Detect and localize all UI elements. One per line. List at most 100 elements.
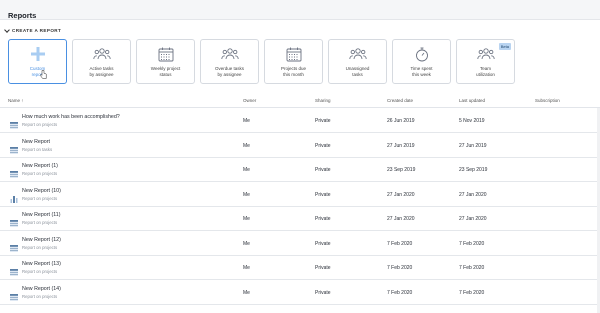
report-name-link[interactable]: New Report (12) bbox=[22, 237, 61, 243]
report-tile[interactable]: Time spent this week bbox=[392, 39, 451, 84]
table-row[interactable]: How much work has been accomplished? Repo… bbox=[0, 109, 600, 133]
tile-label: Time spent this week bbox=[410, 66, 433, 77]
report-tile[interactable]: Custom report bbox=[8, 39, 67, 84]
column-last-updated[interactable]: Last updated bbox=[459, 98, 485, 103]
tile-label: Active tasks by assignee bbox=[89, 66, 114, 77]
cell-owner: Me bbox=[243, 240, 250, 247]
cell-sharing: Private bbox=[315, 240, 331, 247]
report-name-link[interactable]: New Report (11) bbox=[22, 212, 60, 218]
report-name-link[interactable]: New Report bbox=[22, 139, 50, 145]
cell-created: 26 Jun 2019 bbox=[387, 118, 415, 124]
report-tile[interactable]: Unassigned tasks bbox=[328, 39, 387, 84]
tile-label: Team utilization bbox=[476, 66, 495, 77]
cell-updated: 5 Nov 2019 bbox=[459, 118, 485, 124]
table-row[interactable]: New Report (14) Report on projects Me Priva… bbox=[0, 281, 600, 305]
report-subtitle: Report on projects bbox=[22, 220, 58, 225]
cell-sharing: Private bbox=[315, 265, 331, 271]
report-subtitle: Report on projects bbox=[22, 293, 58, 299]
table-icon bbox=[10, 141, 18, 154]
report-subtitle: Report on projects bbox=[22, 122, 58, 127]
report-subtitle: Report on projects bbox=[22, 171, 58, 176]
chevron-down-icon bbox=[4, 26, 10, 33]
table-row[interactable]: New Report (10) Report on projects Me Priva… bbox=[0, 183, 600, 207]
table-icon bbox=[10, 116, 18, 129]
table-icon bbox=[10, 214, 18, 227]
report-subtitle: Report on tasks bbox=[22, 146, 53, 152]
report-tile[interactable]: Team utilization Beta bbox=[456, 39, 515, 84]
calendar-icon bbox=[284, 45, 304, 63]
table-icon bbox=[10, 288, 18, 301]
tile-label: Overdue tasks by assignee bbox=[214, 66, 244, 77]
column-name-sort[interactable]: Name ↑ bbox=[8, 98, 24, 103]
people-icon bbox=[220, 45, 240, 63]
table-header: Name ↑ Owner Sharing Created date Last u… bbox=[0, 95, 600, 108]
tile-label: Unassigned tasks bbox=[345, 66, 370, 77]
cell-created: 27 Jun 2019 bbox=[387, 142, 415, 149]
cell-sharing: Private bbox=[315, 191, 331, 198]
cell-sharing: Private bbox=[315, 142, 331, 149]
cell-updated: 23 Sep 2019 bbox=[459, 167, 488, 173]
cell-updated: 7 Feb 2020 bbox=[459, 240, 485, 247]
cell-created: 7 Feb 2020 bbox=[387, 289, 413, 296]
cell-sharing: Private bbox=[315, 289, 331, 296]
report-name-link[interactable]: New Report (1) bbox=[22, 163, 58, 169]
cell-owner: Me bbox=[243, 167, 250, 173]
tile-label: Custom report bbox=[29, 66, 46, 77]
report-subtitle: Report on projects bbox=[22, 269, 58, 274]
bar-chart-icon bbox=[10, 190, 18, 203]
table-row[interactable]: New Report (12) Report on projects Me Priva… bbox=[0, 232, 600, 256]
column-subscription[interactable]: Subscription bbox=[535, 98, 560, 103]
table-row[interactable]: New Report Report on tasks Me Private 27 Jun… bbox=[0, 134, 600, 158]
report-subtitle: Report on projects bbox=[22, 195, 58, 201]
calendar-icon bbox=[156, 45, 176, 63]
plus-icon bbox=[28, 45, 48, 63]
cell-updated: 27 Jun 2019 bbox=[459, 142, 487, 149]
stopwatch-icon bbox=[412, 45, 432, 63]
cell-owner: Me bbox=[243, 289, 250, 296]
page-header: Reports bbox=[0, 0, 600, 20]
beta-badge: Beta bbox=[498, 43, 511, 50]
cell-updated: 27 Jan 2020 bbox=[459, 216, 487, 222]
report-template-tiles: Custom report Active tasks by assignee Wee… bbox=[8, 39, 515, 84]
cell-owner: Me bbox=[243, 265, 250, 271]
cell-created: 27 Jan 2020 bbox=[387, 191, 415, 198]
cell-owner: Me bbox=[243, 118, 250, 124]
hand-cursor-icon bbox=[39, 66, 47, 84]
report-tile[interactable]: Overdue tasks by assignee bbox=[200, 39, 259, 84]
cell-owner: Me bbox=[243, 216, 250, 222]
column-sharing[interactable]: Sharing bbox=[315, 98, 331, 103]
cell-sharing: Private bbox=[315, 118, 331, 124]
people-icon bbox=[348, 45, 368, 63]
cell-updated: 7 Feb 2020 bbox=[459, 289, 485, 296]
people-icon bbox=[92, 45, 112, 63]
tile-label: Projects due this month bbox=[280, 66, 306, 77]
cell-created: 23 Sep 2019 bbox=[387, 167, 416, 173]
cell-created: 27 Jan 2020 bbox=[387, 216, 415, 222]
column-created-date[interactable]: Created date bbox=[387, 98, 413, 103]
create-report-section-toggle[interactable]: CREATE A REPORT bbox=[4, 26, 61, 33]
table-icon bbox=[10, 239, 18, 252]
table-row[interactable]: New Report (1) Report on projects Me Privat… bbox=[0, 158, 600, 182]
cell-owner: Me bbox=[243, 191, 250, 198]
table-icon bbox=[10, 165, 18, 178]
column-owner[interactable]: Owner bbox=[243, 98, 256, 103]
tile-label: Weekly project status bbox=[150, 66, 181, 77]
cell-created: 7 Feb 2020 bbox=[387, 265, 413, 271]
report-name-link[interactable]: How much work has been accomplished? bbox=[22, 114, 120, 120]
report-tile[interactable]: Active tasks by assignee bbox=[72, 39, 131, 84]
cell-created: 7 Feb 2020 bbox=[387, 240, 413, 247]
cell-sharing: Private bbox=[315, 167, 331, 173]
report-tile[interactable]: Weekly project status bbox=[136, 39, 195, 84]
people-icon bbox=[476, 45, 496, 63]
report-tile[interactable]: Projects due this month bbox=[264, 39, 323, 84]
report-name-link[interactable]: New Report (13) bbox=[22, 261, 61, 267]
report-name-link[interactable]: New Report (14) bbox=[22, 286, 61, 292]
page-title: Reports bbox=[8, 11, 37, 20]
report-name-link[interactable]: New Report (10) bbox=[22, 188, 61, 194]
table-row[interactable]: New Report (13) Report on projects Me Priva… bbox=[0, 256, 600, 280]
table-icon bbox=[10, 263, 18, 276]
table-row[interactable]: New Report (11) Report on projects Me Priva… bbox=[0, 207, 600, 231]
cell-sharing: Private bbox=[315, 216, 331, 222]
report-subtitle: Report on projects bbox=[22, 244, 58, 250]
cell-updated: 7 Feb 2020 bbox=[459, 265, 485, 271]
